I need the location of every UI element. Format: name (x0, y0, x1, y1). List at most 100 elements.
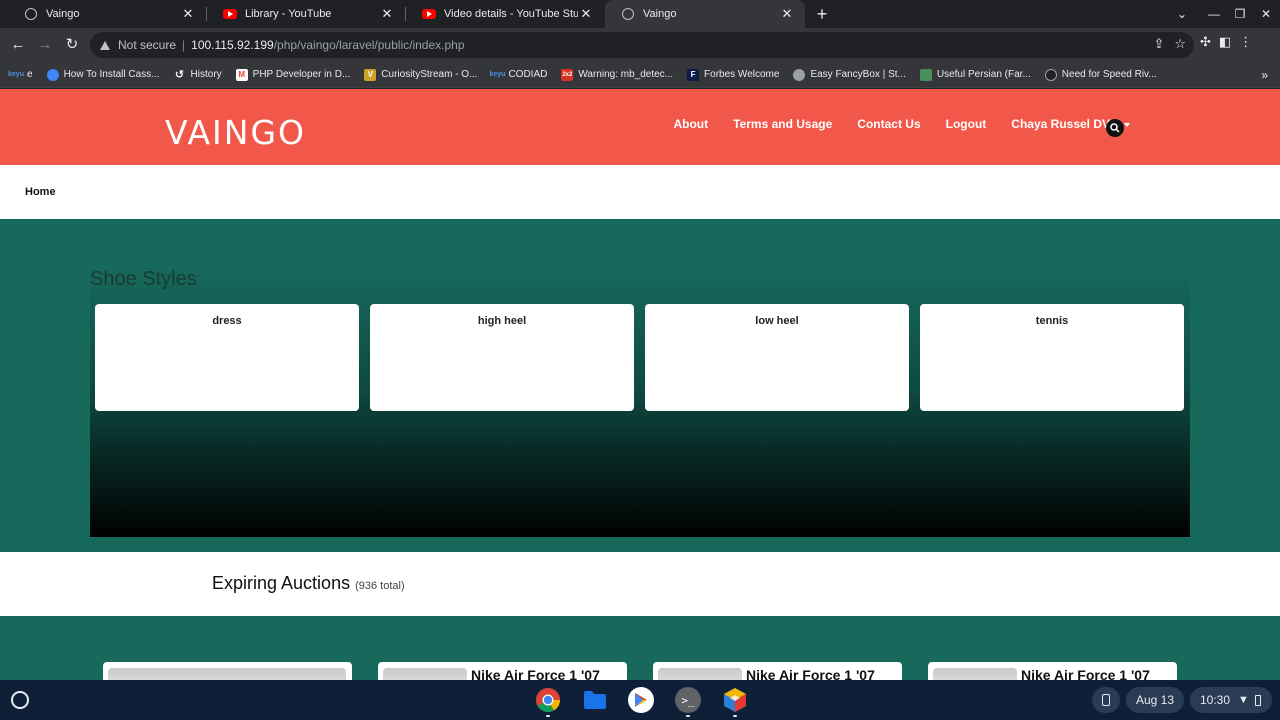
browser-toolbar: ← → ↻ Not secure | 100.115.92.199 /php/v… (0, 28, 1280, 62)
terminal-icon[interactable]: >_ (674, 686, 702, 714)
tab-title: Vaingo (46, 8, 80, 20)
gmail-icon: M (235, 68, 248, 81)
tab-title: Video details - YouTube Studio (444, 8, 578, 20)
restore-icon[interactable]: ❐ (1230, 4, 1250, 24)
phone-hub-button[interactable] (1092, 687, 1120, 713)
style-card-tennis[interactable]: tennis (920, 304, 1184, 411)
persian-site-icon (919, 68, 932, 81)
netbeans-icon[interactable] (721, 686, 749, 714)
url-host: 100.115.92.199 (191, 38, 274, 52)
omnibox-separator: | (182, 38, 186, 52)
bookmark-item[interactable]: 2x2 Warning: mb_detec... (561, 68, 674, 81)
os-shelf: >_ Aug 13 10:30 ▼ (0, 680, 1280, 720)
auction-title: Nike Air Force 1 '07 (1021, 667, 1150, 680)
reload-icon[interactable]: ↻ (61, 34, 83, 56)
play-store-icon[interactable] (627, 686, 655, 714)
bookmark-item[interactable]: keyu CODIAD (489, 69, 547, 81)
auction-card[interactable]: Nike Air Force 1 '07 (653, 662, 902, 680)
bookmark-item[interactable]: Need for Speed Riv... (1044, 68, 1157, 81)
site-logo[interactable]: VAINGO (165, 113, 306, 152)
nav-logout[interactable]: Logout (946, 117, 987, 131)
style-card-high-heel[interactable]: high heel (370, 304, 634, 411)
bookmark-item[interactable]: ↺ History (174, 69, 222, 81)
globe-icon (621, 7, 635, 21)
nfs-icon (1044, 68, 1057, 81)
launcher-icon[interactable] (11, 691, 29, 709)
breadcrumb-bar: Home (0, 165, 1280, 219)
bookmark-label: Useful Persian (Far... (936, 69, 1031, 80)
close-icon[interactable]: ✕ (779, 6, 795, 22)
security-indicator[interactable]: Not secure (118, 38, 176, 52)
forward-arrow-icon[interactable]: → (34, 34, 56, 56)
circle-logo-icon (46, 68, 59, 81)
shoe-styles-title: Shoe Styles (90, 268, 197, 290)
app-running-indicator (546, 715, 550, 717)
bookmark-star-icon[interactable]: ☆ (1174, 36, 1186, 52)
auction-card[interactable]: Nike Air Force 1 '07 (928, 662, 1177, 680)
auction-title: Nike Air Force 1 '07 (471, 667, 600, 680)
url-path: /php/vaingo/laravel/public/index.php (273, 38, 465, 52)
bookmark-item[interactable]: F Forbes Welcome (687, 68, 780, 81)
bookmark-label: Warning: mb_detec... (578, 69, 674, 80)
browser-tab-strip: Vaingo ✕ Library - YouTube ✕ Video detai… (0, 0, 1280, 28)
side-panel-icon[interactable]: ◧ (1219, 34, 1231, 50)
bookmark-label: PHP Developer in D... (252, 69, 351, 80)
bookmark-label: CuriosityStream - O... (381, 69, 478, 80)
back-arrow-icon[interactable]: ← (7, 34, 29, 56)
bookmark-item[interactable]: keyu e (8, 69, 33, 81)
search-button[interactable] (1106, 119, 1124, 137)
tab-youtube-library[interactable]: Library - YouTube ✕ (207, 0, 405, 28)
bookmark-item[interactable]: Easy FancyBox | St... (793, 68, 906, 81)
bookmark-item[interactable]: How To Install Cass... (46, 68, 160, 81)
phone-icon (1102, 694, 1110, 706)
bookmark-item[interactable]: V CuriosityStream - O... (364, 68, 478, 81)
bookmark-item[interactable]: M PHP Developer in D... (235, 68, 351, 81)
nav-contact[interactable]: Contact Us (857, 117, 920, 131)
caret-down-icon (1124, 122, 1130, 127)
history-icon: ↺ (174, 69, 185, 81)
curiositystream-icon: V (364, 68, 377, 81)
extensions-puzzle-icon[interactable]: ✣ (1200, 34, 1211, 50)
tab-search-chevron-icon[interactable]: ⌄ (1172, 4, 1192, 24)
tab-vaingo-1[interactable]: Vaingo ✕ (8, 0, 206, 28)
files-icon[interactable] (581, 686, 609, 714)
system-tray[interactable]: 10:30 ▼ (1190, 687, 1272, 713)
nav-terms[interactable]: Terms and Usage (733, 117, 832, 131)
style-card-low-heel[interactable]: low heel (645, 304, 909, 411)
globe-icon (793, 68, 806, 81)
tab-title: Vaingo (643, 8, 677, 20)
main-nav: About Terms and Usage Contact Us Logout … (648, 117, 1130, 131)
bookmarks-overflow-icon[interactable]: » (1261, 68, 1268, 82)
auction-card[interactable]: Nike Air Force 1 '07 (378, 662, 627, 680)
style-card-dress[interactable]: dress (95, 304, 359, 411)
bookmark-label: How To Install Cass... (63, 69, 160, 80)
address-bar[interactable]: Not secure | 100.115.92.199 /php/vaingo/… (90, 32, 1194, 58)
bookmark-label: Forbes Welcome (704, 69, 780, 80)
new-tab-button[interactable]: + (812, 4, 832, 24)
auction-image (658, 668, 742, 680)
chrome-icon[interactable] (534, 686, 562, 714)
close-icon[interactable]: ✕ (578, 6, 594, 22)
menu-kebab-icon[interactable]: ⋮ (1239, 34, 1252, 50)
shoe-styles-section: Shoe Styles dress high heel low heel ten… (0, 219, 1280, 552)
search-icon (1110, 123, 1120, 133)
nav-about[interactable]: About (673, 117, 708, 131)
close-icon[interactable]: ✕ (379, 6, 395, 22)
share-icon[interactable]: ⇪ (1153, 36, 1164, 52)
tab-youtube-studio[interactable]: Video details - YouTube Studio ✕ (406, 0, 604, 28)
auction-card[interactable] (103, 662, 352, 680)
auction-image (383, 668, 467, 680)
tab-vaingo-active[interactable]: Vaingo ✕ (605, 0, 805, 28)
date-tray[interactable]: Aug 13 (1126, 687, 1185, 713)
warning-icon (100, 40, 110, 50)
minimize-icon[interactable]: — (1204, 4, 1224, 24)
auctions-title-text: Expiring Auctions (212, 573, 351, 593)
battery-icon (1254, 694, 1261, 706)
bookmark-label: Need for Speed Riv... (1061, 69, 1157, 80)
breadcrumb-home[interactable]: Home (25, 186, 56, 198)
auction-image (108, 668, 346, 680)
close-icon[interactable]: ✕ (180, 6, 196, 22)
bookmark-item[interactable]: Useful Persian (Far... (919, 68, 1031, 81)
close-window-icon[interactable]: ✕ (1256, 4, 1276, 24)
app-running-indicator (686, 715, 690, 717)
